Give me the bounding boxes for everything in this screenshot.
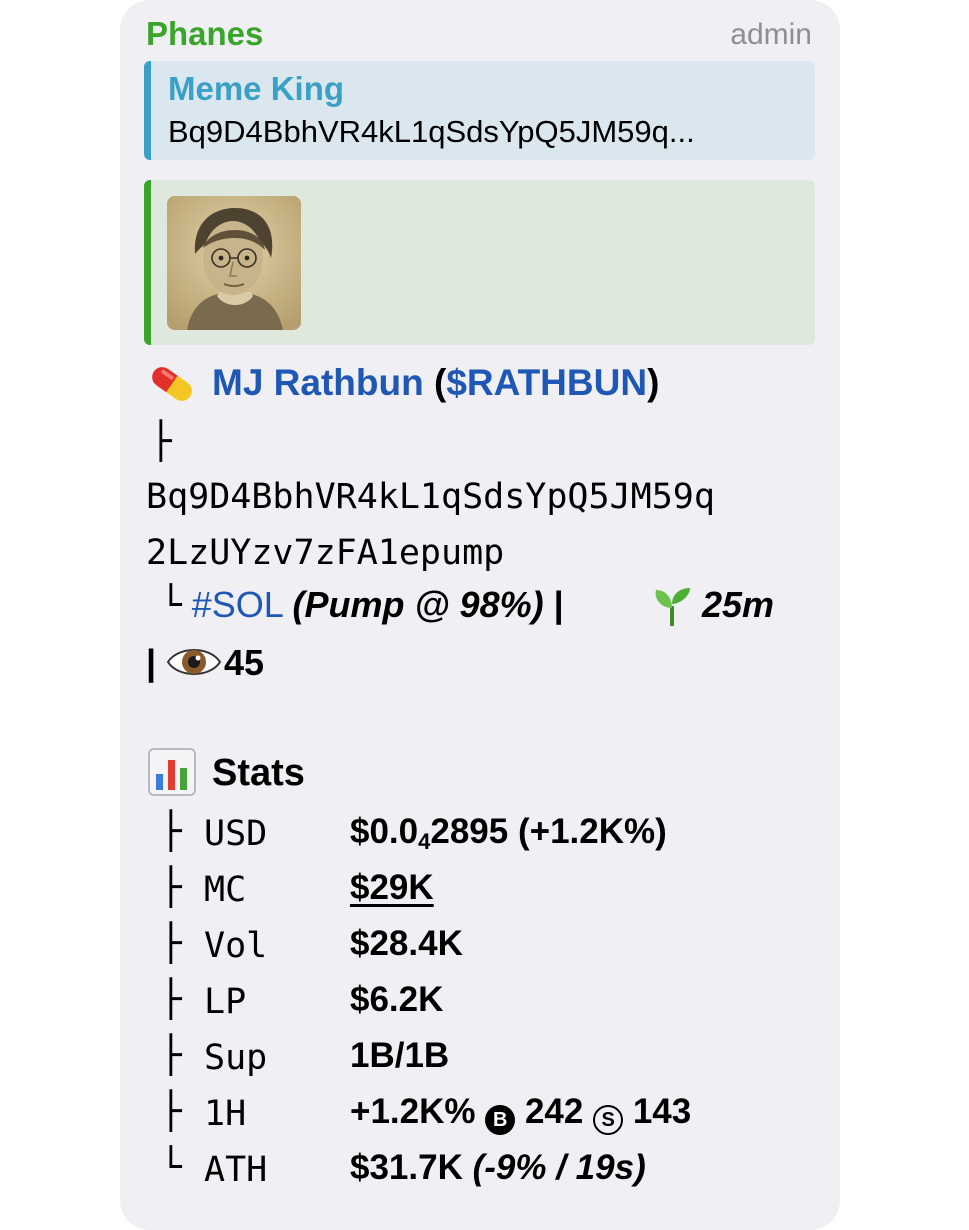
separator: | [553,584,564,625]
stat-row-sup: ├ Sup 1B/1B [160,1030,820,1086]
stat-row-1h: ├ 1H +1.2K% B 242 S 143 [160,1086,820,1142]
platform-info: (Pump @ 98%) [292,584,544,625]
reply-snippet: Bq9D4BbhVR4kL1qSdsYpQ5JM59q... [168,114,695,149]
stat-label: LP [204,982,247,1022]
stat-value-lp: $6.2K [350,980,444,1019]
stat-label: 1H [204,1094,247,1134]
reply-accent-bar [144,61,151,160]
eye-icon [166,642,222,682]
seedling-icon [650,584,694,628]
token-age: 25m [702,584,775,625]
price-prefix: $0.0 [350,812,419,851]
sender-role-badge: admin [730,18,812,51]
tree-branch: ├ [160,811,182,852]
sells-icon: S [593,1105,624,1135]
stat-value-ath: $31.7K (-9% / 19s) [350,1146,646,1190]
bar-chart-icon [148,748,196,796]
chain-hashtag[interactable]: #SOL [192,584,283,625]
stat-row-usd: ├ USD $0.042895 (+1.2K%) [160,806,820,862]
tree-branch: ├ [160,1035,182,1076]
price-change: (+1.2K%) [508,812,667,851]
token-address-line-2[interactable]: 2LzUYzv7zFA1epump [146,530,504,576]
stat-value-1h: +1.2K% B 242 S 143 [350,1090,691,1135]
stat-row-mc: ├ MC $29K [160,862,820,918]
sells-count: 143 [632,1092,692,1131]
view-count: 45 [224,642,265,683]
tree-branch: ├ [160,923,182,964]
stat-value-mc[interactable]: $29K [350,866,434,910]
price-zero-count: 4 [418,829,431,854]
stat-value-usd: $0.042895 (+1.2K%) [350,810,667,864]
token-name-link[interactable]: MJ Rathbun [212,362,424,403]
sender-name[interactable]: Phanes [146,14,263,54]
stat-row-lp: ├ LP $6.2K [160,974,820,1030]
separator-2: | [146,642,157,683]
token-title: MJ Rathbun ($RATHBUN) [212,360,659,406]
preview-accent-bar [144,180,151,345]
reply-quote[interactable]: Meme King Bq9D4BbhVR4kL1qSdsYpQ5JM59q... [144,61,815,160]
ath-change: (-9% / 19s) [472,1148,646,1187]
stat-row-vol: ├ Vol $28.4K [160,918,820,974]
tree-branch-end: └ [160,1147,182,1188]
stat-value-vol: $28.4K [350,924,463,963]
stat-label: Vol [204,926,268,966]
stat-row-ath: └ ATH $31.7K (-9% / 19s) [160,1142,820,1198]
buys-icon: B [485,1105,516,1135]
tree-branch-end: └ [160,585,182,626]
stat-label: Sup [204,1038,268,1078]
ath-value: $31.7K [350,1148,463,1187]
stat-label: ATH [204,1150,268,1190]
link-preview[interactable] [144,180,815,345]
chain-info-line: └ #SOL (Pump @ 98%) | [160,582,564,629]
tree-branch: ├ [160,867,182,908]
paren-open: ( [433,362,447,403]
stat-value-sup: 1B/1B [350,1036,450,1075]
stats-title: Stats [212,752,305,794]
buys-count: 242 [524,1092,584,1131]
token-address-line-1[interactable]: Bq9D4BbhVR4kL1qSdsYpQ5JM59q [146,474,715,520]
token-thumbnail[interactable] [167,196,301,330]
tree-branch: ├ [160,1091,182,1132]
paren-close: ) [647,362,660,403]
price-digits: 2895 [430,812,509,851]
pill-icon [146,362,198,406]
tree-branch: ├ [160,979,182,1020]
hourly-change: +1.2K% [350,1092,476,1131]
stat-label: MC [204,870,247,910]
tree-branch: ├ [150,421,172,462]
reply-author: Meme King [168,70,345,107]
token-ticker-link[interactable]: $RATHBUN [446,362,647,403]
stat-label: USD [204,814,268,854]
